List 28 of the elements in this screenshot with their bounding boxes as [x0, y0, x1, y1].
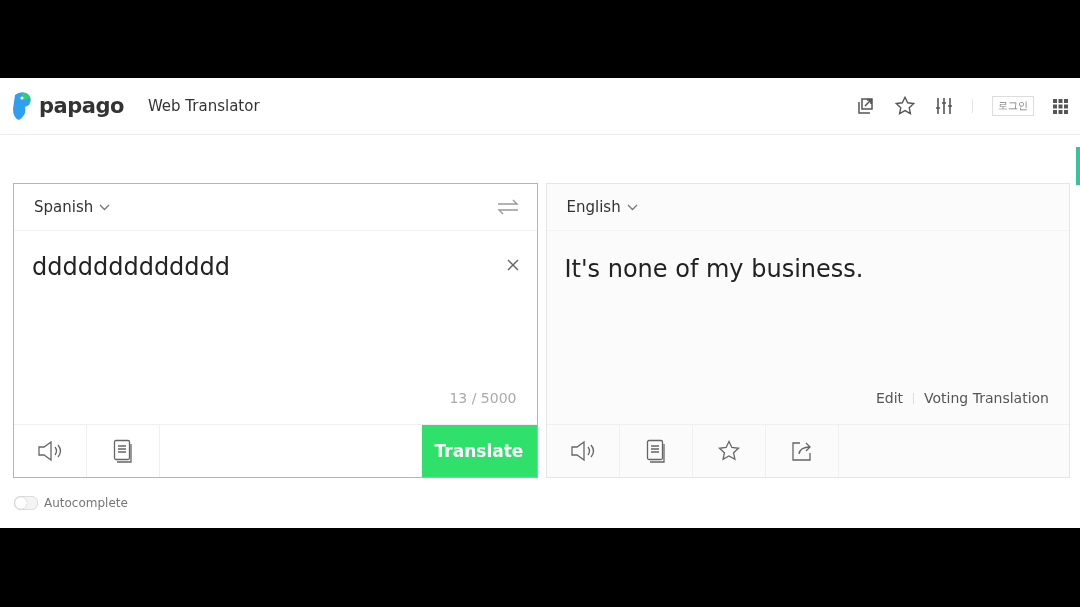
source-text-box[interactable]: Spanish ddddddddddddd 13 / 5000 Translate — [13, 183, 538, 478]
document-icon[interactable] — [645, 439, 666, 463]
sliders-icon[interactable] — [935, 96, 953, 116]
speaker-icon[interactable] — [569, 440, 596, 462]
result-link[interactable]: Voting Translation — [924, 390, 1049, 406]
share-icon[interactable] — [790, 440, 813, 462]
swap-icon[interactable] — [496, 199, 519, 215]
autocomplete-toggle[interactable] — [14, 496, 38, 510]
language-dropdown[interactable]: Spanish — [34, 198, 111, 216]
chevron-down-icon — [99, 203, 111, 211]
language-dropdown[interactable]: English — [566, 198, 638, 216]
close-icon[interactable] — [506, 259, 519, 271]
speaker-icon[interactable] — [37, 440, 63, 462]
document-icon[interactable] — [113, 439, 133, 463]
autocomplete-label: Autocomplete — [44, 496, 128, 510]
translation-text: It's none of my business. — [563, 254, 865, 285]
star-icon[interactable] — [716, 439, 741, 463]
open-external-icon[interactable] — [855, 96, 875, 116]
apps-grid-icon[interactable] — [1053, 98, 1068, 114]
page-subtitle: Web Translator — [147, 97, 260, 115]
character-counter: 13 / 5000 — [449, 390, 517, 406]
chevron-down-icon — [626, 203, 638, 211]
login-button[interactable]: 로그인 — [992, 96, 1034, 116]
logo-text[interactable]: papago — [39, 94, 124, 118]
parrot-logo-icon — [11, 91, 33, 121]
star-icon[interactable] — [894, 95, 916, 117]
result-link[interactable]: Edit — [875, 390, 904, 406]
scroll-indicator — [1076, 147, 1080, 185]
